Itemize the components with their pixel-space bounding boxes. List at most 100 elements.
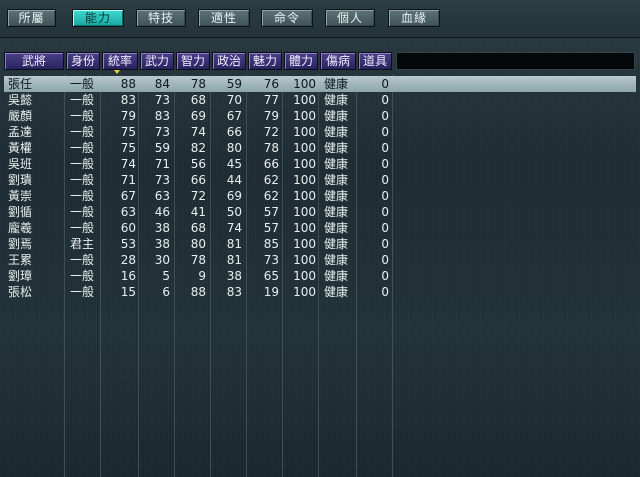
rank-cell: 一般 — [70, 189, 95, 203]
charisma-cell: 65 — [263, 269, 279, 283]
general-name-cell: 劉循 — [8, 205, 33, 219]
table-row[interactable]: 龐羲 一般 60 38 68 74 57 100 健康 0 — [4, 220, 636, 236]
table-row[interactable]: 孟達 一般 75 73 74 66 72 100 健康 0 — [4, 124, 636, 140]
stamina-cell: 100 — [293, 253, 316, 267]
intelligence-cell: 66 — [190, 173, 206, 187]
charisma-cell: 57 — [263, 221, 279, 235]
tab-affiliation[interactable]: 所屬 — [7, 9, 56, 27]
war-cell: 84 — [154, 77, 170, 91]
stamina-cell: 100 — [293, 221, 316, 235]
charisma-cell: 66 — [263, 157, 279, 171]
leadership-cell: 83 — [120, 93, 136, 107]
column-header-politics[interactable]: 政治 — [212, 52, 246, 70]
injury-cell: 健康 — [324, 77, 349, 91]
charisma-cell: 62 — [263, 173, 279, 187]
items-cell: 0 — [381, 93, 389, 107]
general-name-cell: 孟達 — [8, 125, 33, 139]
charisma-cell: 79 — [263, 109, 279, 123]
leadership-cell: 16 — [120, 269, 136, 283]
injury-cell: 健康 — [324, 253, 349, 267]
rank-cell: 一般 — [70, 285, 95, 299]
intelligence-cell: 74 — [190, 125, 206, 139]
column-header-charisma[interactable]: 魅力 — [248, 52, 282, 70]
table-row[interactable]: 王累 一般 28 30 78 81 73 100 健康 0 — [4, 252, 636, 268]
leadership-cell: 63 — [120, 205, 136, 219]
charisma-cell: 85 — [263, 237, 279, 251]
tab-aptitude[interactable]: 適性 — [198, 9, 250, 27]
table-row[interactable]: 吳懿 一般 83 73 68 70 77 100 健康 0 — [4, 92, 636, 108]
column-header-general[interactable]: 武將 — [4, 52, 64, 70]
column-header-rank[interactable]: 身份 — [66, 52, 100, 70]
rank-cell: 一般 — [70, 77, 95, 91]
table-row[interactable]: 張任 一般 88 84 78 59 76 100 健康 0 — [4, 76, 636, 92]
injury-cell: 健康 — [324, 189, 349, 203]
rank-cell: 一般 — [70, 205, 95, 219]
tab-lineage[interactable]: 血緣 — [388, 9, 440, 27]
items-cell: 0 — [381, 285, 389, 299]
sort-arrow-icon — [114, 70, 120, 74]
war-cell: 46 — [154, 205, 170, 219]
injury-cell: 健康 — [324, 237, 349, 251]
items-cell: 0 — [381, 109, 389, 123]
game-screen: 所屬 能力 特技 適性 命令 個人 血緣 武將 身份 統率 武力 智力 政治 魅力 體力 傷病 道具 張任 一般 8… — [0, 0, 640, 477]
general-name-cell: 龐羲 — [8, 221, 33, 235]
injury-cell: 健康 — [324, 93, 349, 107]
politics-cell: 74 — [226, 221, 242, 235]
tab-command[interactable]: 命令 — [261, 9, 313, 27]
tab-bar: 所屬 能力 特技 適性 命令 個人 血緣 — [0, 0, 640, 38]
charisma-cell: 77 — [263, 93, 279, 107]
column-header-intelligence[interactable]: 智力 — [176, 52, 210, 70]
intelligence-cell: 68 — [190, 221, 206, 235]
stamina-cell: 100 — [293, 93, 316, 107]
injury-cell: 健康 — [324, 125, 349, 139]
table-row[interactable]: 劉璋 一般 16 5 9 38 65 100 健康 0 — [4, 268, 636, 284]
intelligence-cell: 56 — [190, 157, 206, 171]
injury-cell: 健康 — [324, 157, 349, 171]
politics-cell: 45 — [226, 157, 242, 171]
table-row[interactable]: 黃崇 一般 67 63 72 69 62 100 健康 0 — [4, 188, 636, 204]
intelligence-cell: 78 — [190, 77, 206, 91]
items-cell: 0 — [381, 253, 389, 267]
column-header-war[interactable]: 武力 — [140, 52, 174, 70]
stamina-cell: 100 — [293, 173, 316, 187]
column-header-stamina[interactable]: 體力 — [284, 52, 318, 70]
column-header-items[interactable]: 道具 — [358, 52, 392, 70]
charisma-cell: 73 — [263, 253, 279, 267]
politics-cell: 44 — [226, 173, 242, 187]
table-row[interactable]: 劉璝 一般 71 73 66 44 62 100 健康 0 — [4, 172, 636, 188]
charisma-cell: 19 — [263, 285, 279, 299]
general-name-cell: 吳班 — [8, 157, 33, 171]
items-cell: 0 — [381, 77, 389, 91]
injury-cell: 健康 — [324, 109, 349, 123]
items-cell: 0 — [381, 141, 389, 155]
tab-ability[interactable]: 能力 — [72, 9, 124, 27]
intelligence-cell: 88 — [190, 285, 206, 299]
tab-special-skill[interactable]: 特技 — [136, 9, 186, 27]
rank-cell: 一般 — [70, 269, 95, 283]
table-row[interactable]: 劉循 一般 63 46 41 50 57 100 健康 0 — [4, 204, 636, 220]
column-header-leadership[interactable]: 統率 — [102, 52, 138, 70]
items-cell: 0 — [381, 221, 389, 235]
intelligence-cell: 72 — [190, 189, 206, 203]
charisma-cell: 62 — [263, 189, 279, 203]
rank-cell: 一般 — [70, 157, 95, 171]
intelligence-cell: 78 — [190, 253, 206, 267]
politics-cell: 69 — [226, 189, 242, 203]
tab-personal[interactable]: 個人 — [325, 9, 375, 27]
politics-cell: 67 — [226, 109, 242, 123]
table-row[interactable]: 吳班 一般 74 71 56 45 66 100 健康 0 — [4, 156, 636, 172]
war-cell: 59 — [154, 141, 170, 155]
politics-cell: 83 — [226, 285, 242, 299]
general-name-cell: 劉璋 — [8, 269, 33, 283]
table-row[interactable]: 張松 一般 15 6 88 83 19 100 健康 0 — [4, 284, 636, 300]
table-row[interactable]: 黃權 一般 75 59 82 80 78 100 健康 0 — [4, 140, 636, 156]
war-cell: 5 — [162, 269, 170, 283]
column-header-injury[interactable]: 傷病 — [320, 52, 356, 70]
table-row[interactable]: 劉焉 君主 53 38 80 81 85 100 健康 0 — [4, 236, 636, 252]
intelligence-cell: 82 — [190, 141, 206, 155]
table-row[interactable]: 嚴顏 一般 79 83 69 67 79 100 健康 0 — [4, 108, 636, 124]
general-name-cell: 張任 — [8, 77, 33, 91]
stamina-cell: 100 — [293, 141, 316, 155]
general-name-cell: 張松 — [8, 285, 33, 299]
general-name-cell: 嚴顏 — [8, 109, 33, 123]
